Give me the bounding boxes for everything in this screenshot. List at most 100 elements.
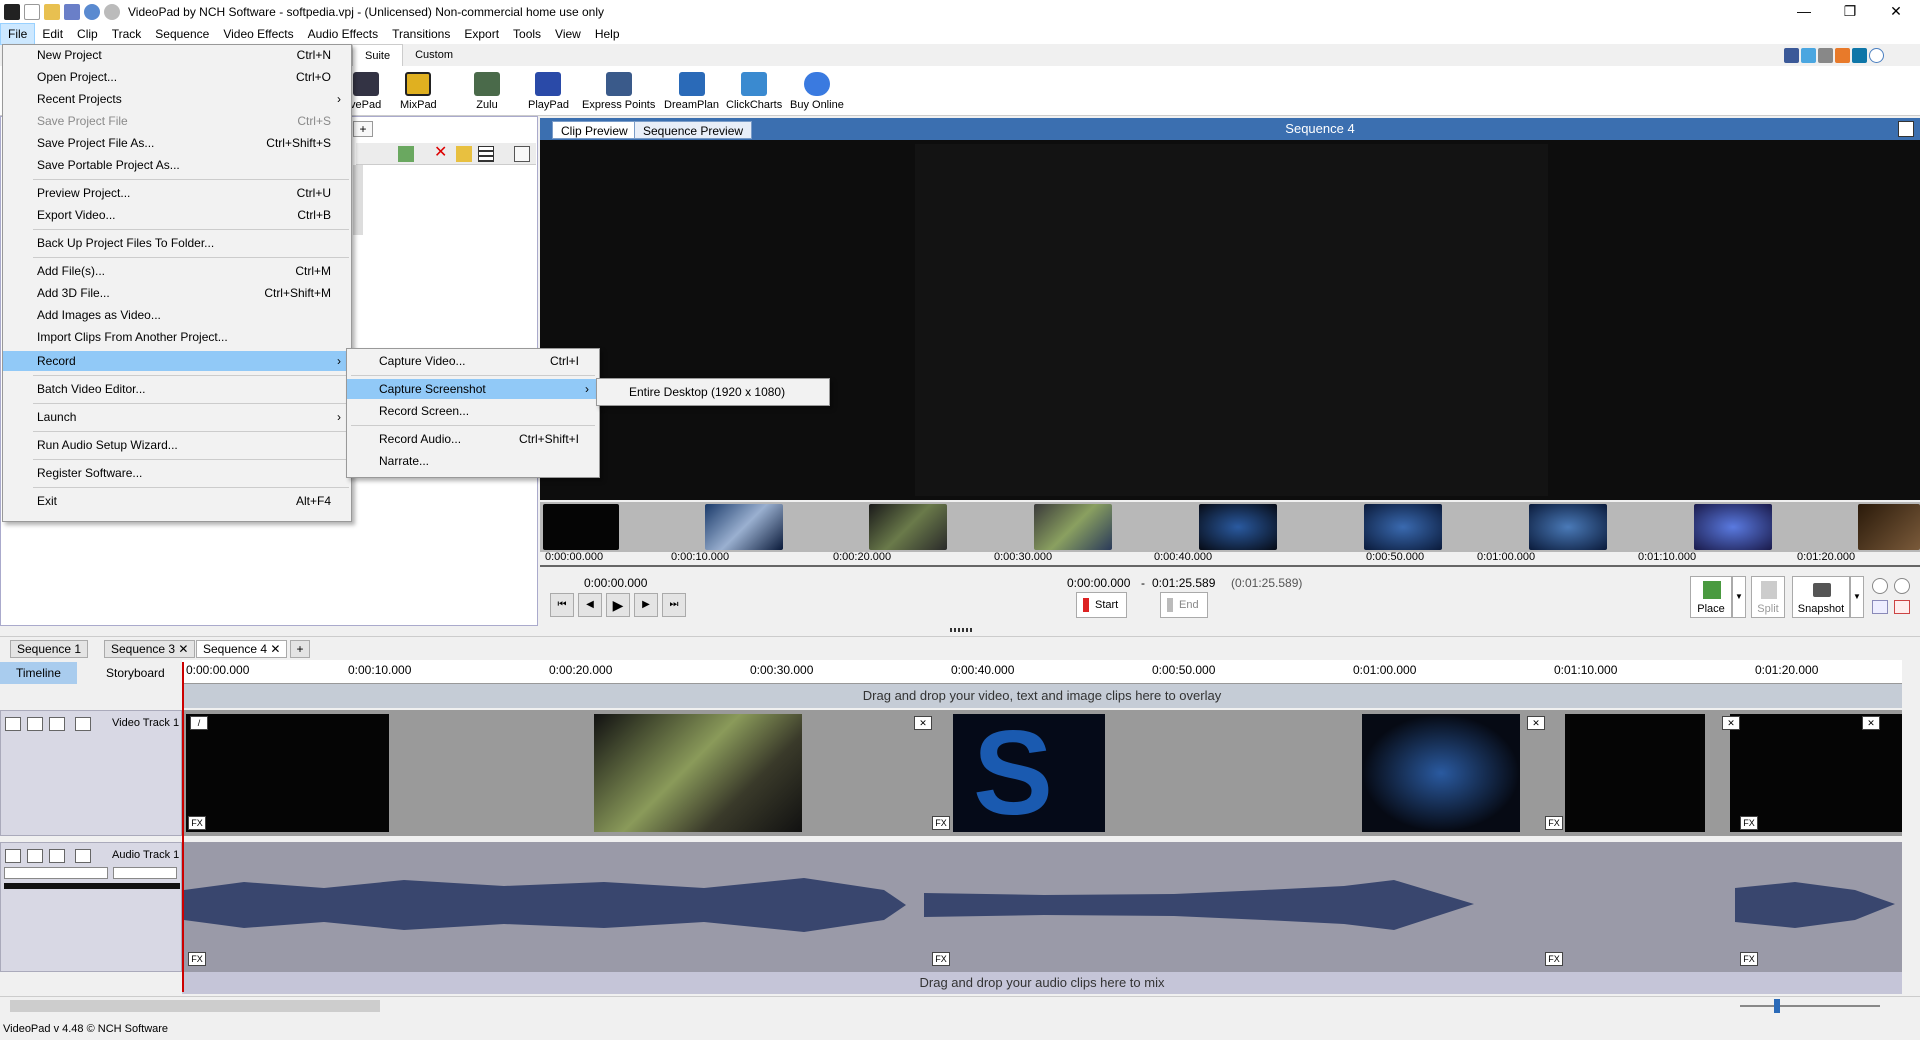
tab-custom[interactable]: Custom <box>403 44 465 66</box>
menu-item-launch[interactable]: Launch › <box>3 407 351 427</box>
help-icon[interactable] <box>1869 48 1884 63</box>
menu-tools[interactable]: Tools <box>506 24 548 44</box>
playhead[interactable] <box>182 662 184 992</box>
linkedin-icon[interactable] <box>1852 48 1867 63</box>
menu-item-save-portable[interactable]: Save Portable Project As... <box>3 155 351 175</box>
fx-button[interactable]: FX <box>1740 816 1758 830</box>
menu-clip[interactable]: Clip <box>70 24 105 44</box>
share-icon[interactable] <box>1818 48 1833 63</box>
volume-slider[interactable] <box>4 867 108 879</box>
fit-icon[interactable] <box>1872 600 1888 614</box>
fx-button[interactable]: FX <box>932 952 950 966</box>
solo-icon[interactable] <box>49 849 65 863</box>
collapse-track-icon[interactable] <box>5 849 21 863</box>
rss-icon[interactable] <box>1835 48 1850 63</box>
menu-item-narrate[interactable]: Narrate... <box>347 451 599 471</box>
close-button[interactable]: ✕ <box>1873 0 1919 24</box>
lock-icon[interactable] <box>75 849 91 863</box>
play-button[interactable]: ▶ <box>606 593 630 617</box>
menu-help[interactable]: Help <box>588 24 627 44</box>
bin-scrollbar[interactable] <box>353 165 363 235</box>
timeline-scrollbar[interactable] <box>10 1000 380 1012</box>
video-clip[interactable]: S <box>953 713 1105 833</box>
video-clip[interactable] <box>1565 714 1705 832</box>
step-forward-button[interactable]: ▶ <box>634 593 658 617</box>
menu-item-add-files[interactable]: Add File(s)... Ctrl+M <box>3 261 351 281</box>
ribbon-vepad-button[interactable]: vePad <box>350 72 381 111</box>
save-icon[interactable] <box>64 4 80 20</box>
video-clip[interactable] <box>186 714 389 832</box>
ribbon-clickcharts-button[interactable]: ClickCharts <box>726 72 782 111</box>
snapshot-button[interactable]: Snapshot <box>1792 576 1850 618</box>
fx-button[interactable]: FX <box>1740 952 1758 966</box>
new-icon[interactable] <box>24 4 40 20</box>
splitter-handle[interactable] <box>950 628 974 632</box>
zoom-slider[interactable] <box>1740 1005 1880 1007</box>
sequence-tab[interactable]: Sequence 1 <box>10 640 89 658</box>
place-button[interactable]: Place <box>1690 576 1732 618</box>
ribbon-dreamplan-button[interactable]: DreamPlan <box>664 72 719 111</box>
fx-button[interactable]: FX <box>932 816 950 830</box>
audio-drop-zone[interactable]: Drag and drop your audio clips here to m… <box>182 972 1902 994</box>
go-to-end-button[interactable]: ⏭ <box>662 593 686 617</box>
list-view-icon[interactable] <box>478 146 494 162</box>
video-clip[interactable] <box>594 714 802 832</box>
tab-sequence-preview[interactable]: Sequence Preview <box>634 121 753 139</box>
menu-item-exit[interactable]: Exit Alt+F4 <box>3 491 351 511</box>
transition-icon[interactable]: ✕ <box>914 716 932 730</box>
menu-file[interactable]: File <box>0 23 36 45</box>
menu-view[interactable]: View <box>548 24 588 44</box>
menu-item-add-images[interactable]: Add Images as Video... <box>3 305 351 325</box>
ribbon-express-points-button[interactable]: Express Points <box>582 72 655 111</box>
video-clip[interactable] <box>1730 714 1902 832</box>
add-sequence-button[interactable]: + <box>290 640 310 658</box>
fx-button[interactable]: FX <box>1545 952 1563 966</box>
twitter-icon[interactable] <box>1801 48 1816 63</box>
menu-item-save-project[interactable]: Save Project File Ctrl+S <box>3 111 351 131</box>
menu-item-new-project[interactable]: New Project Ctrl+N <box>3 45 351 65</box>
transition-icon[interactable]: ✕ <box>1722 716 1740 730</box>
transition-icon[interactable]: ✕ <box>1862 716 1880 730</box>
menu-item-capture-video[interactable]: Capture Video... Ctrl+I <box>347 351 599 371</box>
set-start-button[interactable]: Start <box>1076 592 1128 618</box>
menu-item-record[interactable]: Record › <box>3 351 351 371</box>
expand-icon[interactable] <box>514 146 530 162</box>
menu-edit[interactable]: Edit <box>35 24 70 44</box>
zoom-out-icon[interactable] <box>1872 578 1888 594</box>
menu-export[interactable]: Export <box>457 24 506 44</box>
facebook-icon[interactable] <box>1784 48 1799 63</box>
split-button[interactable]: Split <box>1751 576 1785 618</box>
timeline-view-tab[interactable]: Timeline <box>0 662 77 684</box>
menu-item-capture-screenshot[interactable]: Capture Screenshot › <box>347 379 599 399</box>
ribbon-mixpad-button[interactable]: MixPad <box>400 72 437 111</box>
transition-icon[interactable]: ✕ <box>1527 716 1545 730</box>
eye-icon[interactable] <box>27 717 43 731</box>
menu-item-record-audio[interactable]: Record Audio... Ctrl+Shift+I <box>347 429 599 449</box>
menu-item-preview-project[interactable]: Preview Project... Ctrl+U <box>3 183 351 203</box>
snapshot-dropdown[interactable]: ▼ <box>1850 576 1864 618</box>
fullscreen-icon[interactable] <box>1894 600 1910 614</box>
fx-button[interactable]: FX <box>1545 816 1563 830</box>
overlay-drop-zone[interactable]: Drag and drop your video, text and image… <box>182 684 1902 708</box>
menu-track[interactable]: Track <box>105 24 149 44</box>
close-tab-icon[interactable]: ✕ <box>270 642 280 656</box>
redo-icon[interactable] <box>104 4 120 20</box>
timeline-ruler[interactable] <box>182 660 1902 684</box>
fx-button[interactable]: FX <box>188 952 206 966</box>
minimize-button[interactable]: — <box>1781 0 1827 24</box>
pan-slider[interactable] <box>113 867 177 879</box>
zoom-in-icon[interactable] <box>1894 578 1910 594</box>
speaker-icon[interactable] <box>27 849 43 863</box>
close-tab-icon[interactable]: ✕ <box>178 642 188 656</box>
new-folder-icon[interactable] <box>456 146 472 162</box>
menu-item-record-screen[interactable]: Record Screen... <box>347 401 599 421</box>
menu-item-save-as[interactable]: Save Project File As... Ctrl+Shift+S <box>3 133 351 153</box>
fx-button[interactable]: FX <box>188 816 206 830</box>
delete-icon[interactable]: ✕ <box>434 145 450 161</box>
place-dropdown[interactable]: ▼ <box>1732 576 1746 618</box>
zoom-slider-thumb[interactable] <box>1774 999 1780 1013</box>
undock-icon[interactable] <box>1898 121 1914 137</box>
sequence-tab[interactable]: Sequence 3 ✕ <box>104 640 196 658</box>
menu-item-register[interactable]: Register Software... <box>3 463 351 483</box>
transition-icon[interactable]: / <box>190 716 208 730</box>
